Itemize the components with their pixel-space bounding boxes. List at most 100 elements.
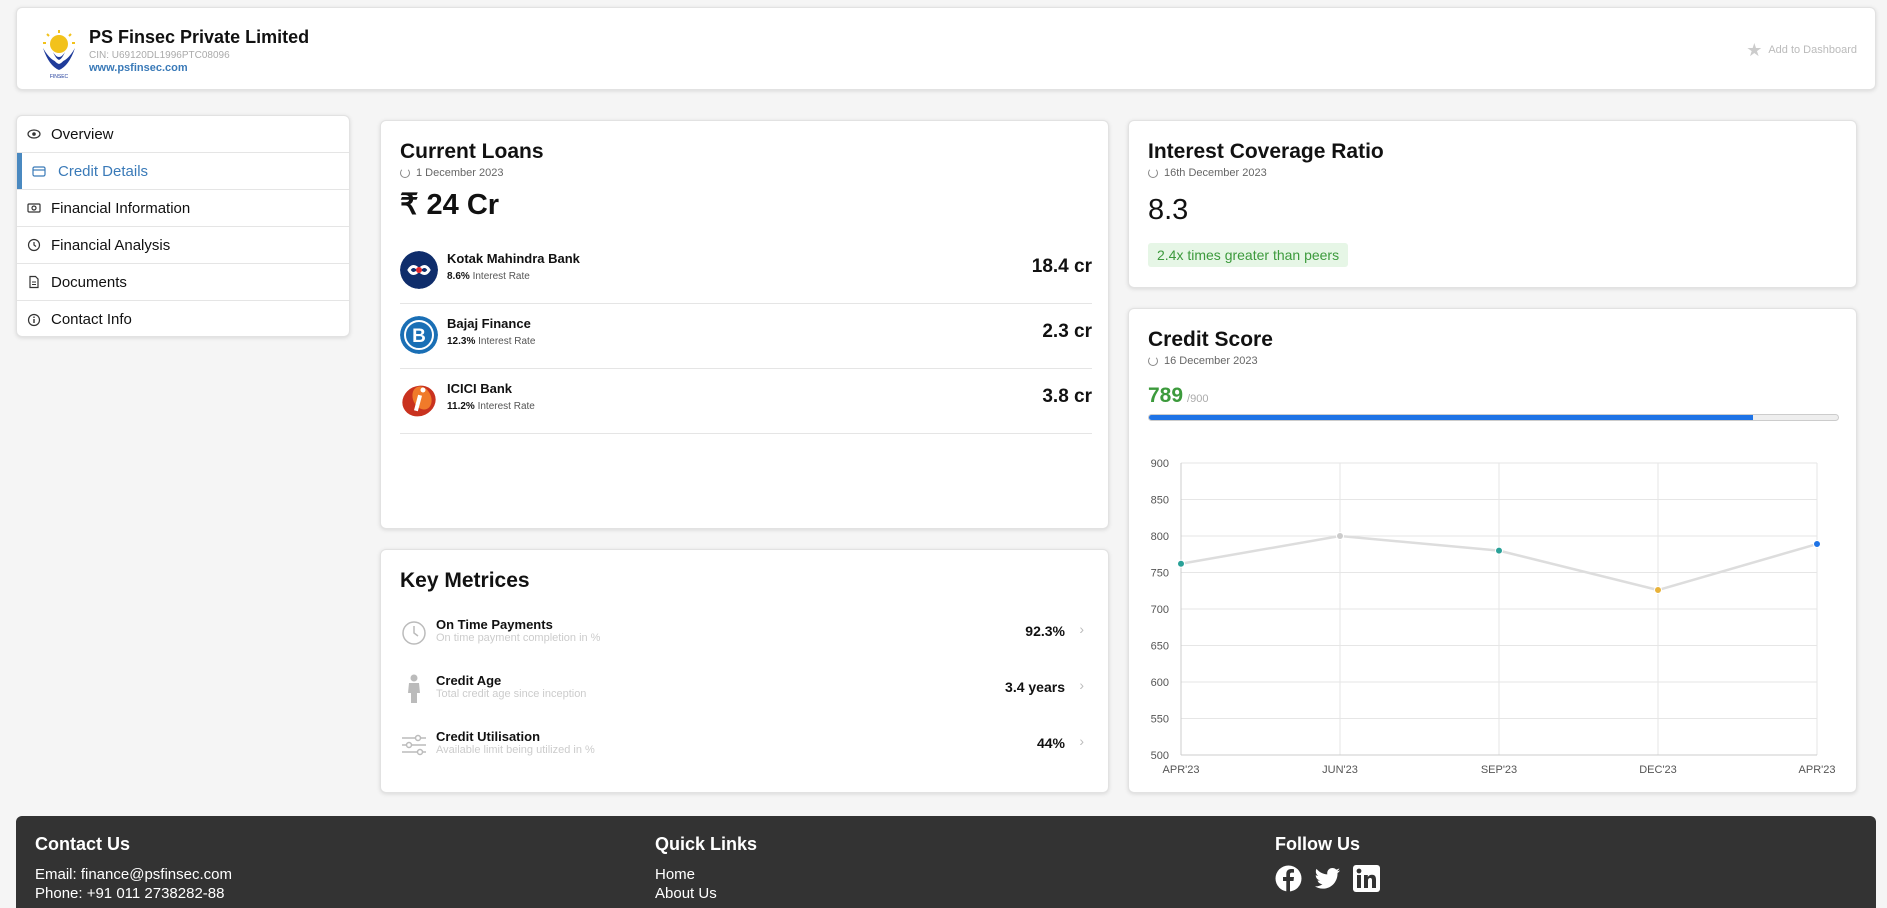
linkedin-icon[interactable] <box>1353 865 1380 892</box>
clock-icon <box>27 238 41 252</box>
interest-coverage-card: Interest Coverage Ratio 16th December 20… <box>1128 120 1857 288</box>
sliders-icon <box>400 731 428 759</box>
sidebar-item-label: Documents <box>51 273 127 291</box>
loan-amount: 18.4 cr <box>1031 256 1092 277</box>
chevron-right-icon[interactable]: › <box>1079 733 1084 749</box>
x-tick-label: JUN'23 <box>1322 764 1358 776</box>
metric-description: Available limit being utilized in % <box>436 744 595 756</box>
metric-value: 92.3% <box>1025 623 1065 639</box>
key-metrics-title: Key Metrices <box>400 569 530 592</box>
metric-description: On time payment completion in % <box>436 632 601 644</box>
metric-value: 3.4 years <box>1005 679 1065 695</box>
metric-value: 44% <box>1036 735 1065 751</box>
facebook-icon[interactable] <box>1275 865 1302 892</box>
key-metrics-card: Key Metrices On Time Payments On time pa… <box>380 549 1109 793</box>
loan-bank-name: Kotak Mahindra Bank <box>447 251 580 266</box>
twitter-icon[interactable] <box>1314 865 1341 892</box>
loan-amount: 2.3 cr <box>1042 321 1092 342</box>
person-icon <box>400 674 428 703</box>
sidebar-item-documents[interactable]: Documents <box>17 264 349 301</box>
info-icon <box>27 313 41 327</box>
refresh-icon <box>400 168 410 178</box>
chevron-right-icon[interactable]: › <box>1079 621 1084 637</box>
y-tick-label: 900 <box>1151 458 1169 470</box>
company-website-link[interactable]: www.psfinsec.com <box>89 62 188 74</box>
interest-coverage-date-text: 16th December 2023 <box>1164 167 1267 179</box>
metric-row-on-time-payments[interactable]: On Time Payments On time payment complet… <box>400 615 1092 659</box>
loan-bank-name: ICICI Bank <box>447 381 513 396</box>
x-tick-label: APR'23 <box>1799 764 1836 776</box>
refresh-icon <box>1148 168 1158 178</box>
company-cin: CIN: U69120DL1996PTC08096 <box>89 50 230 61</box>
credit-score-progress-bar <box>1148 414 1839 421</box>
y-tick-label: 750 <box>1151 568 1169 580</box>
credit-score-date: 16 December 2023 <box>1148 355 1258 367</box>
eye-icon <box>27 127 41 141</box>
metric-row-credit-utilisation[interactable]: Credit Utilisation Available limit being… <box>400 727 1092 771</box>
sidebar-item-label: Contact Info <box>51 311 132 328</box>
y-tick-label: 700 <box>1151 604 1169 616</box>
footer-link-about[interactable]: About Us <box>655 884 757 903</box>
credit-score-card: Credit Score 16 December 2023 789 /900 9… <box>1128 308 1857 793</box>
loan-amount: 3.8 cr <box>1042 386 1092 407</box>
sidebar-item-label: Financial Information <box>51 199 191 217</box>
sidebar-item-credit-details[interactable]: Credit Details <box>17 153 349 190</box>
add-to-dashboard-button[interactable]: ★ Add to Dashboard <box>1746 41 1857 59</box>
metric-row-credit-age[interactable]: Credit Age Total credit age since incept… <box>400 671 1092 715</box>
footer-quick-links: Quick Links Home About Us <box>655 834 757 903</box>
document-icon <box>27 275 41 289</box>
metric-name: Credit Age <box>436 673 502 688</box>
footer-contact: Contact Us Email: finance@psfinsec.com P… <box>35 834 232 903</box>
loan-bank-name: Bajaj Finance <box>447 316 531 331</box>
sidebar-item-financial-analysis[interactable]: Financial Analysis <box>17 227 349 264</box>
kotak-logo-icon <box>400 251 438 289</box>
loan-row-bajaj[interactable]: B Bajaj Finance 12.3% Interest Rate 2.3 … <box>400 304 1092 369</box>
loan-row-icici[interactable]: ICICI Bank 11.2% Interest Rate 3.8 cr <box>400 369 1092 434</box>
data-point <box>1495 546 1503 555</box>
x-tick-label: DEC'23 <box>1639 764 1677 776</box>
company-name: PS Finsec Private Limited <box>89 27 310 47</box>
current-loans-date: 1 December 2023 <box>400 167 503 179</box>
data-point <box>1177 559 1185 568</box>
y-tick-label: 550 <box>1151 714 1169 726</box>
current-loans-title: Current Loans <box>400 140 544 163</box>
interest-coverage-date: 16th December 2023 <box>1148 167 1267 179</box>
y-tick-label: 500 <box>1151 750 1169 762</box>
y-tick-label: 800 <box>1151 531 1169 543</box>
data-point <box>1654 586 1662 595</box>
credit-score-value: 789 <box>1148 384 1184 407</box>
money-icon <box>27 201 41 215</box>
current-loans-card: Current Loans 1 December 2023 ₹ 24 Cr Ko… <box>380 120 1109 529</box>
credit-score-readout: 789 /900 <box>1148 384 1208 408</box>
sidebar-item-overview[interactable]: Overview <box>17 116 349 153</box>
footer-email[interactable]: Email: finance@psfinsec.com <box>35 865 232 884</box>
data-point <box>1813 540 1821 549</box>
loan-interest-rate: 8.6% Interest Rate <box>447 271 530 282</box>
footer-contact-title: Contact Us <box>35 834 131 854</box>
company-header: FINSEC PS Finsec Private Limited CIN: U6… <box>16 7 1876 90</box>
credit-score-title: Credit Score <box>1148 328 1273 351</box>
credit-score-max: /900 <box>1187 393 1209 405</box>
data-point <box>1336 532 1344 540</box>
sidebar-item-label: Financial Analysis <box>51 236 171 254</box>
sidebar-item-financial-information[interactable]: Financial Information <box>17 190 349 227</box>
sidebar-item-contact-info[interactable]: Contact Info <box>17 301 349 338</box>
sidebar-item-label: Overview <box>51 125 114 143</box>
sidebar-item-label: Credit Details <box>58 162 149 180</box>
interest-coverage-value: 8.3 <box>1148 194 1189 226</box>
footer-link-home[interactable]: Home <box>655 865 757 884</box>
sidebar-nav: Overview Credit Details Financial Inform… <box>16 115 350 337</box>
footer-phone[interactable]: Phone: +91 011 2738282-88 <box>35 884 232 903</box>
chevron-right-icon[interactable]: › <box>1079 677 1084 693</box>
credit-score-progress-fill <box>1149 415 1753 420</box>
svg-text:FINSEC: FINSEC <box>50 74 69 80</box>
footer-follow-title: Follow Us <box>1275 834 1360 854</box>
x-tick-label: APR'23 <box>1163 764 1200 776</box>
y-tick-label: 600 <box>1151 677 1169 689</box>
loan-interest-rate: 11.2% Interest Rate <box>447 401 535 412</box>
loan-row-kotak[interactable]: Kotak Mahindra Bank 8.6% Interest Rate 1… <box>400 239 1092 304</box>
x-tick-label: SEP'23 <box>1481 764 1517 776</box>
footer-follow: Follow Us <box>1275 834 1380 892</box>
company-logo: FINSEC <box>43 30 75 80</box>
svg-text:B: B <box>412 326 426 347</box>
